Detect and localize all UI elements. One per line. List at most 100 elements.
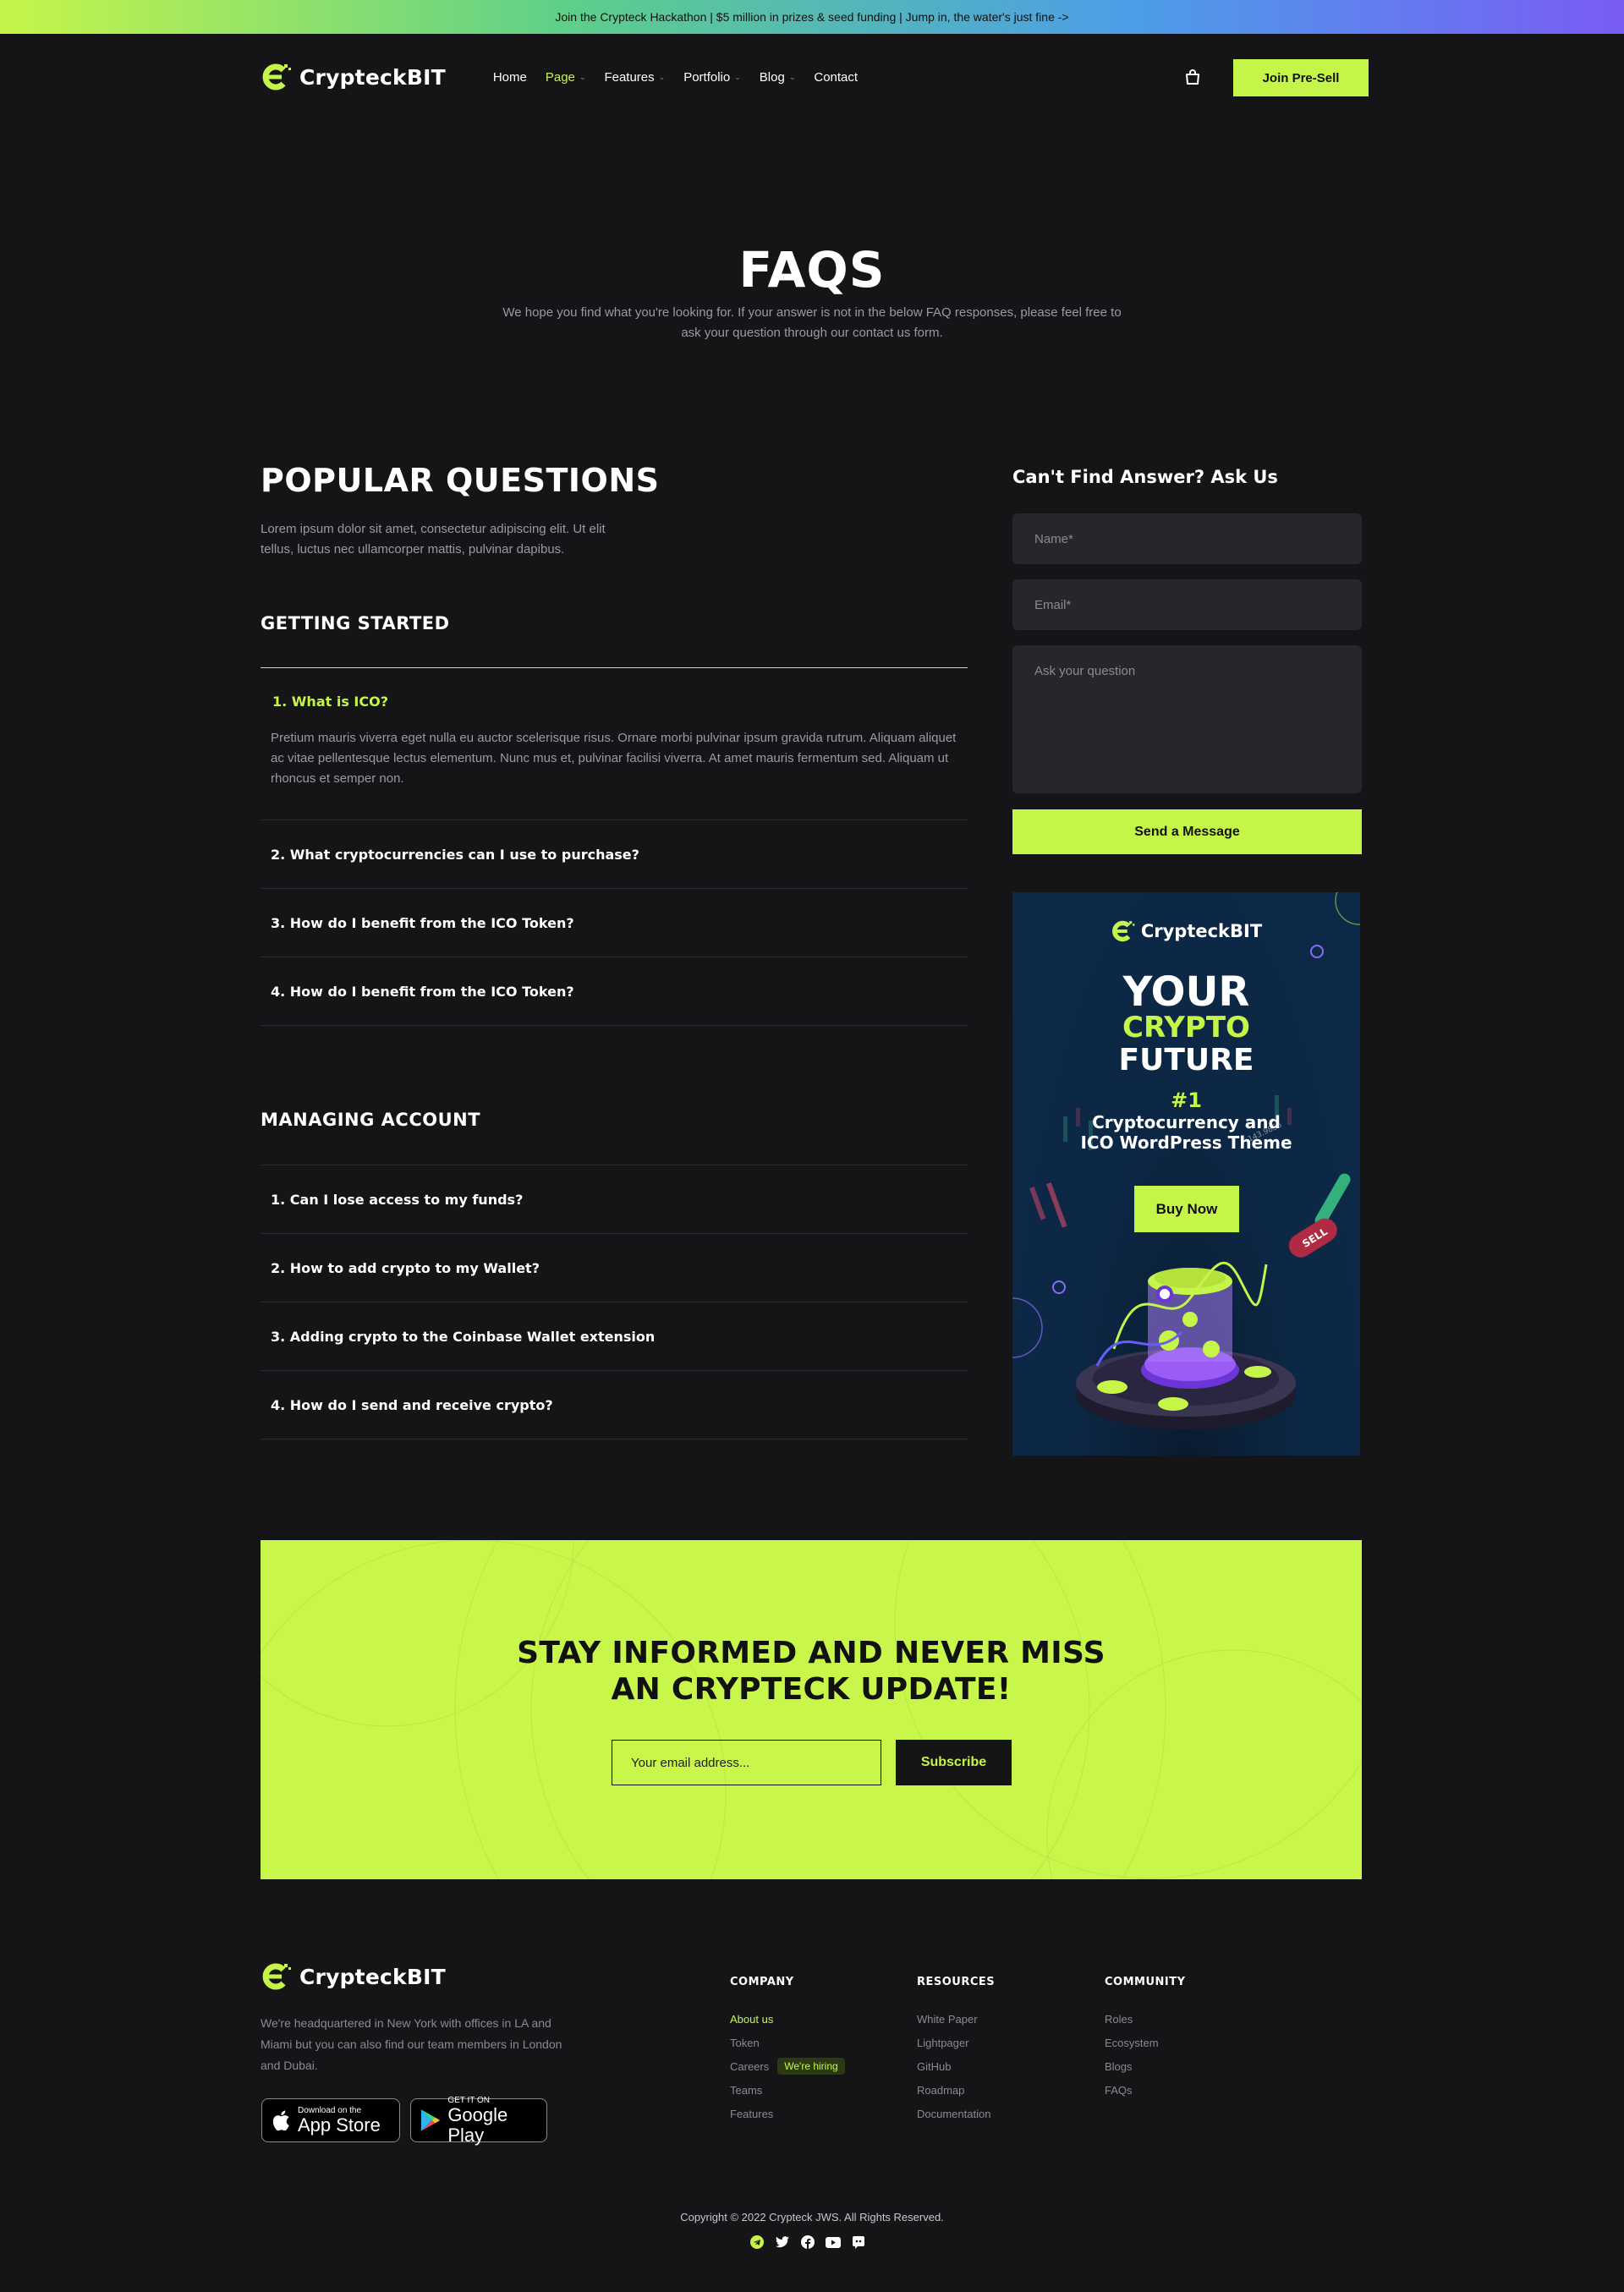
footer-link-roadmap[interactable]: Roadmap bbox=[917, 2078, 995, 2102]
logo-text: CrypteckBIT bbox=[299, 64, 446, 90]
chevron-down-icon: ⌄ bbox=[579, 72, 586, 81]
footer-company-column: COMPANY About us Token Careers We're hiri… bbox=[730, 1976, 845, 2125]
announcement-text[interactable]: Join the Crypteck Hackathon | $5 million… bbox=[555, 10, 1068, 24]
newsletter-title-line2: AN CRYPTECK UPDATE! bbox=[611, 1672, 1012, 1707]
logo-mark-icon bbox=[262, 1963, 291, 1990]
faq-item[interactable]: 2. How to add crypto to my Wallet? bbox=[261, 1234, 968, 1302]
faq-question: 4. How do I send and receive crypto? bbox=[271, 1396, 553, 1413]
main-nav: Home Page ⌄ Features ⌄ Portfolio ⌄ Blog ⌄ Co… bbox=[493, 70, 876, 85]
page-title: FAQS bbox=[738, 241, 886, 299]
footer-logo[interactable]: CrypteckBIT bbox=[261, 1962, 446, 1991]
subscribe-button[interactable]: Subscribe bbox=[896, 1740, 1012, 1785]
nav-contact-label: Contact bbox=[814, 69, 859, 85]
faq-item[interactable]: 3. How do I benefit from the ICO Token? bbox=[261, 889, 968, 957]
promo-line-crypto: CRYPTO bbox=[1122, 1011, 1250, 1045]
newsletter-email-input[interactable] bbox=[612, 1740, 881, 1785]
logo-mark-icon bbox=[1111, 920, 1135, 942]
faq-item[interactable]: 2. What cryptocurrencies can I use to pu… bbox=[261, 820, 968, 889]
footer-link-roles[interactable]: Roles bbox=[1105, 2007, 1186, 2031]
copyright: Copyright © 2022 Crypteck JWS. All Right… bbox=[680, 2211, 944, 2223]
footer-link-token[interactable]: Token bbox=[730, 2031, 845, 2054]
nav-features[interactable]: Features ⌄ bbox=[604, 70, 665, 85]
twitter-icon[interactable] bbox=[775, 2234, 790, 2250]
footer-link-documentation[interactable]: Documentation bbox=[917, 2102, 995, 2125]
faq-question: 2. What cryptocurrencies can I use to pu… bbox=[271, 846, 639, 863]
footer-resources-heading: RESOURCES bbox=[917, 1976, 996, 1988]
popular-questions-title: POPULAR QUESTIONS bbox=[261, 462, 660, 499]
announcement-bar[interactable]: Join the Crypteck Hackathon | $5 million… bbox=[0, 0, 1624, 34]
nav-home-label: Home bbox=[492, 69, 527, 85]
email-field[interactable] bbox=[1012, 579, 1362, 630]
promo-line-future: FUTURE bbox=[1118, 1043, 1254, 1077]
nav-page-label: Page bbox=[545, 69, 575, 85]
footer-link-faqs[interactable]: FAQs bbox=[1105, 2078, 1186, 2102]
faq-item-open[interactable]: 1. What is ICO? Pretium mauris viverra e… bbox=[261, 667, 968, 820]
footer-link-ecosystem[interactable]: Ecosystem bbox=[1105, 2031, 1186, 2054]
footer-community-column: COMMUNITY Roles Ecosystem Blogs FAQs bbox=[1105, 1976, 1186, 2102]
google-play-icon bbox=[420, 2109, 440, 2131]
nav-home[interactable]: Home bbox=[493, 70, 527, 85]
nav-blog[interactable]: Blog ⌄ bbox=[760, 70, 796, 85]
hiring-badge: We're hiring bbox=[777, 2058, 845, 2075]
facebook-icon[interactable] bbox=[800, 2234, 815, 2250]
footer-resources-column: RESOURCES White Paper Lightpager GitHub … bbox=[917, 1976, 995, 2125]
faq-question: 4. How do I benefit from the ICO Token? bbox=[271, 983, 574, 1000]
promo-logo-text: CrypteckBIT bbox=[1140, 921, 1263, 941]
footer-link-lightpager[interactable]: Lightpager bbox=[917, 2031, 995, 2054]
getting-started-title: GETTING STARTED bbox=[261, 613, 450, 633]
nav-portfolio-label: Portfolio bbox=[683, 69, 731, 85]
discord-icon[interactable] bbox=[851, 2234, 866, 2250]
faq-question: 3. Adding crypto to the Coinbase Wallet … bbox=[271, 1328, 656, 1345]
google-play-small: GET IT ON bbox=[447, 2095, 490, 2105]
site-logo[interactable]: CrypteckBIT bbox=[261, 63, 446, 91]
footer-link-features[interactable]: Features bbox=[730, 2102, 845, 2125]
logo-mark-icon bbox=[262, 63, 291, 90]
faq-question: 1. Can I lose access to my funds? bbox=[271, 1191, 524, 1208]
faq-question: 3. How do I benefit from the ICO Token? bbox=[271, 914, 574, 931]
nav-page[interactable]: Page ⌄ bbox=[546, 70, 586, 85]
app-store-badge[interactable]: Download on the App Store bbox=[261, 2098, 400, 2142]
youtube-icon[interactable] bbox=[826, 2234, 841, 2250]
promo-line-your: YOUR bbox=[1122, 968, 1250, 1016]
footer-link-about[interactable]: About us bbox=[730, 2007, 845, 2031]
faq-item[interactable]: 4. How do I benefit from the ICO Token? bbox=[261, 957, 968, 1026]
nav-portfolio[interactable]: Portfolio ⌄ bbox=[683, 70, 741, 85]
footer-link-blogs[interactable]: Blogs bbox=[1105, 2054, 1186, 2078]
site-header: CrypteckBIT Home Page ⌄ Features ⌄ Portfol… bbox=[261, 58, 1369, 96]
promo-tagline-2: ICO WordPress Theme bbox=[1080, 1132, 1292, 1153]
send-message-button[interactable]: Send a Message bbox=[1012, 809, 1362, 854]
faq-item[interactable]: 3. Adding crypto to the Coinbase Wallet … bbox=[261, 1302, 968, 1371]
faq-question: 2. How to add crypto to my Wallet? bbox=[271, 1259, 540, 1276]
footer-link-teams[interactable]: Teams bbox=[730, 2078, 845, 2102]
promo-banner[interactable]: SELL 143.9856 CrypteckBIT YOUR CRYPTO FU… bbox=[1012, 892, 1360, 1456]
newsletter-pattern bbox=[261, 1540, 1362, 1879]
join-presell-button[interactable]: Join Pre-Sell bbox=[1233, 59, 1369, 96]
google-play-badge[interactable]: GET IT ON Google Play bbox=[410, 2095, 547, 2145]
chevron-down-icon: ⌄ bbox=[658, 72, 666, 81]
app-store-big: App Store bbox=[298, 2114, 381, 2136]
footer-link-careers-label: Careers bbox=[730, 2059, 770, 2073]
faq-answer: Pretium mauris viverra eget nulla eu auc… bbox=[271, 731, 957, 786]
nav-features-label: Features bbox=[604, 69, 655, 85]
telegram-icon[interactable] bbox=[749, 2234, 765, 2250]
app-store-small: Download on the bbox=[298, 2105, 362, 2115]
ask-form-title: Can't Find Answer? Ask Us bbox=[1012, 467, 1278, 487]
footer-link-whitepaper[interactable]: White Paper bbox=[917, 2007, 995, 2031]
newsletter-title: STAY INFORMED AND NEVER MISS AN CRYPTECK… bbox=[261, 1635, 1362, 1708]
footer-link-careers[interactable]: Careers We're hiring bbox=[730, 2054, 845, 2078]
shopping-bag-icon[interactable] bbox=[1183, 68, 1202, 86]
newsletter-section: STAY INFORMED AND NEVER MISS AN CRYPTECK… bbox=[261, 1540, 1362, 1879]
footer-community-heading: COMMUNITY bbox=[1105, 1976, 1186, 1988]
social-links bbox=[749, 2234, 866, 2250]
footer-link-github[interactable]: GitHub bbox=[917, 2054, 995, 2078]
buy-now-button[interactable]: Buy Now bbox=[1134, 1186, 1239, 1232]
nav-contact[interactable]: Contact bbox=[814, 70, 858, 85]
question-field[interactable] bbox=[1012, 645, 1362, 793]
chevron-down-icon: ⌄ bbox=[788, 72, 796, 81]
name-field[interactable] bbox=[1012, 513, 1362, 564]
page-subtitle: We hope you find what you're looking for… bbox=[502, 305, 1122, 340]
faq-item[interactable]: 1. Can I lose access to my funds? bbox=[261, 1165, 968, 1234]
faq-question[interactable]: 1. What is ICO? bbox=[272, 694, 957, 710]
faq-item[interactable]: 4. How do I send and receive crypto? bbox=[261, 1371, 968, 1439]
footer-about: We're headquartered in New York with off… bbox=[261, 2016, 562, 2072]
